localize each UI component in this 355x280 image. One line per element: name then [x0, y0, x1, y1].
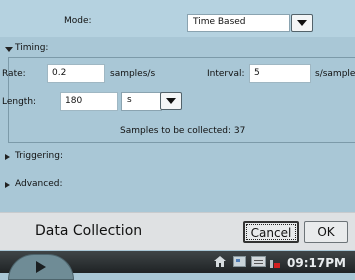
page-title: Data Collection	[35, 223, 143, 239]
cancel-button[interactable]: Cancel	[243, 221, 299, 243]
battery-icon[interactable]	[270, 256, 280, 268]
expand-arrow-icon	[5, 47, 13, 52]
length-input[interactable]: 180	[60, 92, 118, 111]
advanced-label: Advanced:	[15, 179, 63, 189]
interval-input[interactable]: 5	[249, 64, 311, 83]
ok-button[interactable]: OK	[304, 221, 348, 243]
collapse-arrow-icon	[5, 182, 10, 188]
advanced-toggle[interactable]: Advanced:	[5, 179, 125, 191]
mode-dropdown-button[interactable]	[291, 14, 313, 32]
mode-label: Mode:	[64, 16, 92, 26]
mode-select[interactable]: Time Based	[187, 14, 290, 32]
battery-bar	[270, 260, 273, 268]
battery-low-indicator	[274, 263, 280, 268]
keyboard-key-row	[254, 263, 263, 264]
keyboard-icon[interactable]	[251, 256, 266, 267]
home-icon[interactable]	[213, 255, 227, 268]
collapse-arrow-icon	[5, 154, 10, 160]
length-label: Length:	[2, 97, 37, 107]
rate-unit: samples/s	[110, 69, 156, 79]
interval-unit: s/sample	[315, 69, 355, 79]
length-unit-dropdown-button[interactable]	[160, 92, 182, 110]
samples-info: Samples to be collected: 37	[120, 126, 246, 136]
data-icon-mark	[236, 259, 240, 262]
data-icon[interactable]	[233, 256, 246, 267]
triggering-label: Triggering:	[15, 151, 63, 161]
keyboard-key-row	[254, 260, 263, 261]
rate-input[interactable]: 0.2	[47, 64, 105, 83]
chevron-down-icon	[297, 20, 307, 26]
play-icon	[36, 261, 46, 273]
length-unit-select[interactable]: s	[121, 92, 162, 111]
triggering-toggle[interactable]: Triggering:	[5, 151, 125, 163]
timing-section-label: Timing:	[15, 43, 49, 53]
interval-label: Interval:	[207, 69, 245, 79]
rate-label: Rate:	[2, 69, 26, 79]
chevron-down-icon	[166, 98, 176, 104]
clock: 09:17PM	[287, 256, 346, 270]
